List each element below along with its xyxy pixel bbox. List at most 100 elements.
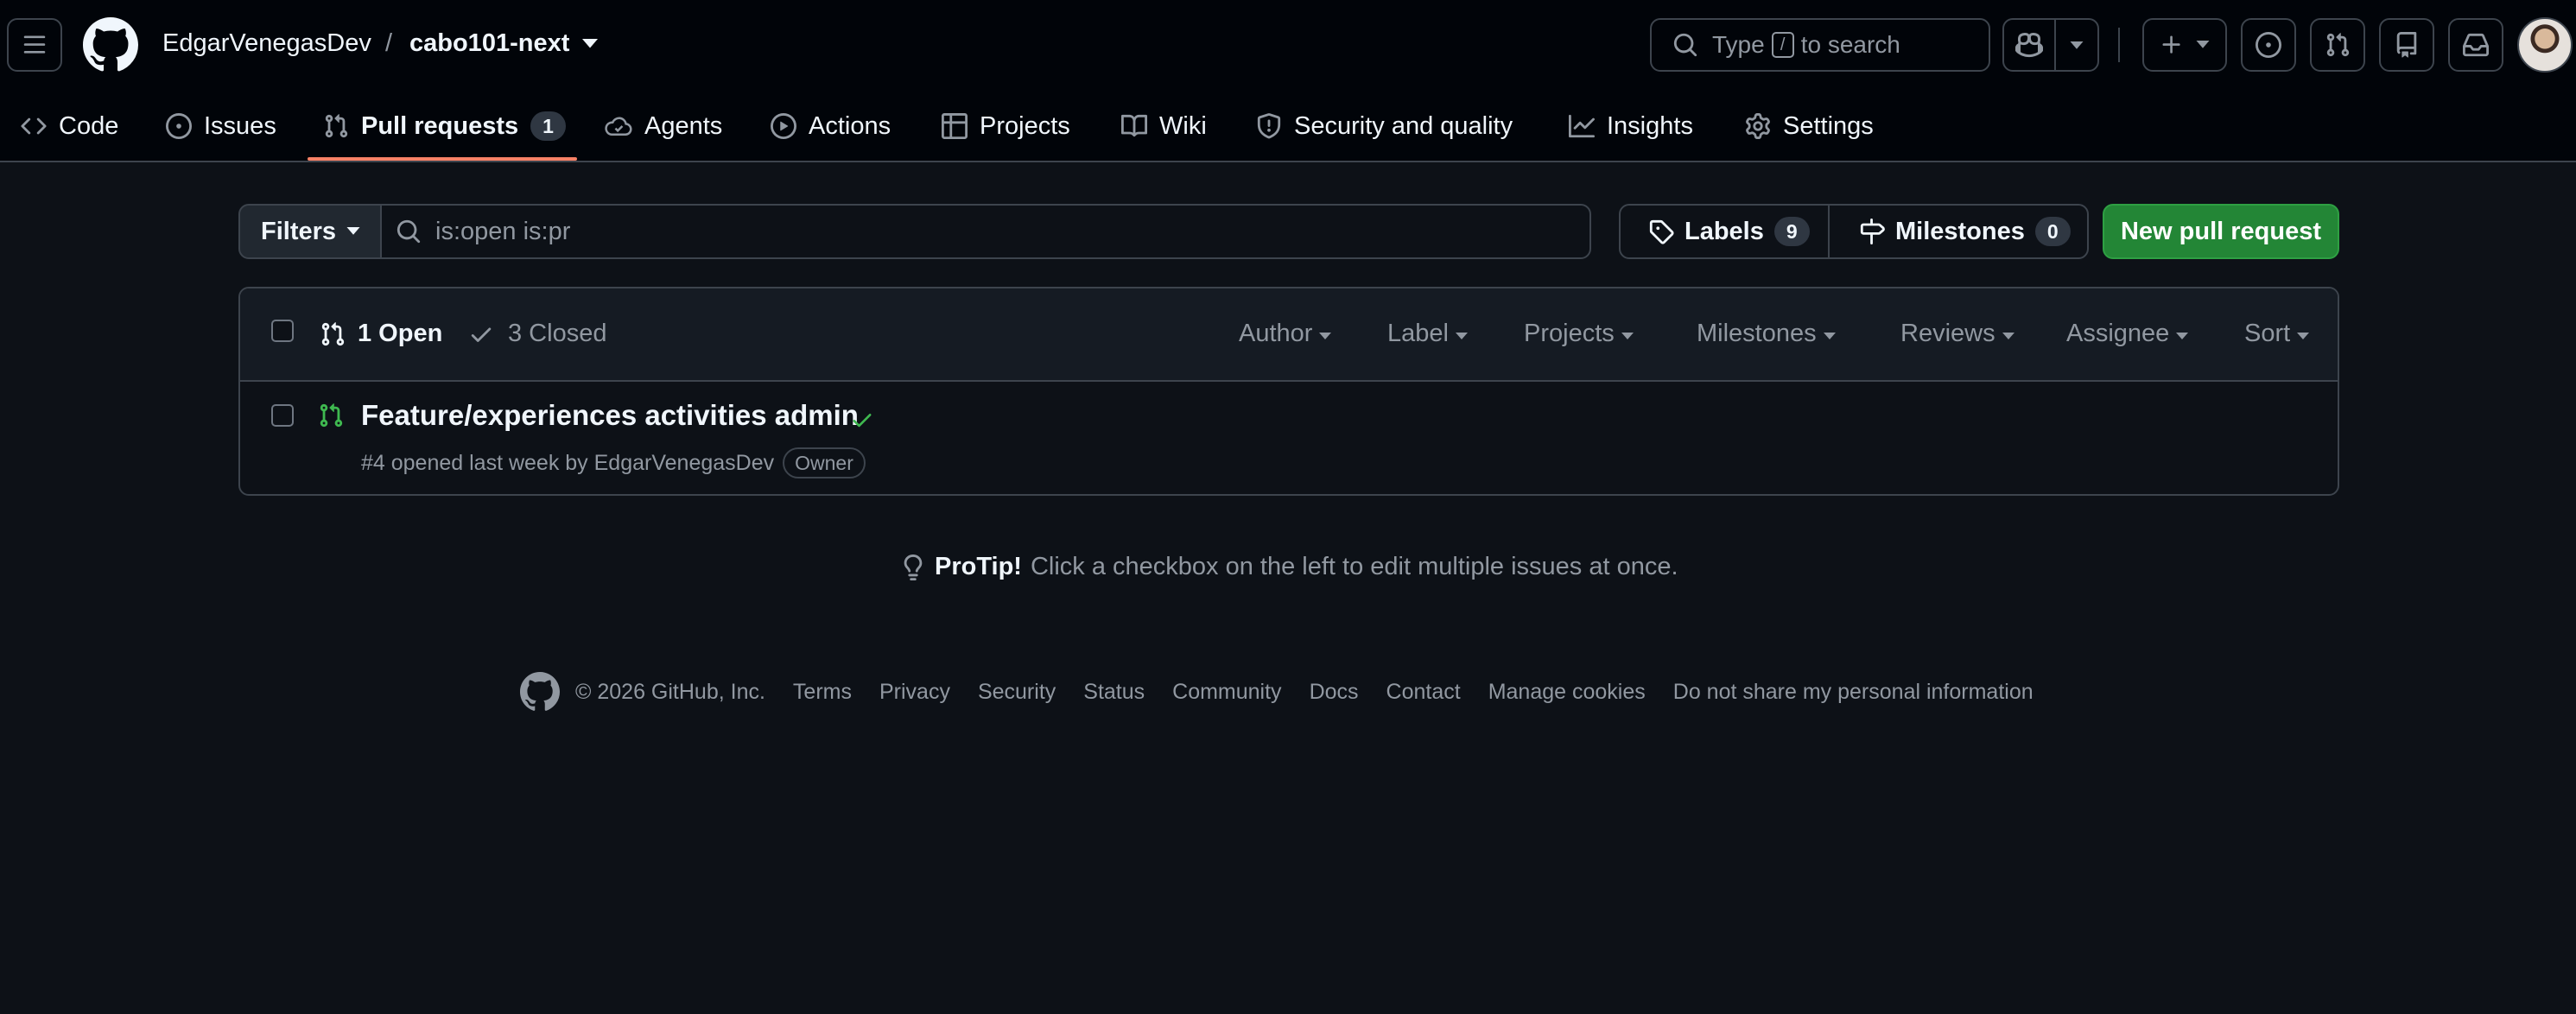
filter-label: Author: [1239, 320, 1313, 347]
chevron-down-icon: [346, 227, 360, 235]
footer-link-privacy[interactable]: Privacy: [879, 680, 950, 705]
tab-label: Projects: [980, 111, 1070, 140]
filter-label: Projects: [1524, 320, 1615, 347]
projects-filter-dropdown[interactable]: Projects: [1524, 320, 1634, 348]
tab-wiki[interactable]: Wiki: [1121, 90, 1207, 162]
labels-counter: 9: [1773, 217, 1810, 246]
copilot-split-divider: [2054, 20, 2056, 70]
sort-dropdown[interactable]: Sort: [2244, 320, 2310, 348]
breadcrumb-repo[interactable]: cabo101-next: [409, 29, 569, 58]
author-filter-dropdown[interactable]: Author: [1239, 320, 1332, 348]
milestones-filter-dropdown[interactable]: Milestones: [1697, 320, 1836, 348]
caret-down-icon: [1319, 332, 1332, 339]
footer-link-community[interactable]: Community: [1172, 680, 1281, 705]
repo-icon: [2396, 32, 2417, 58]
menu-button[interactable]: [7, 18, 62, 72]
git-pull-request-icon: [2326, 33, 2350, 57]
repositories-button[interactable]: [2379, 18, 2434, 72]
select-all-checkbox[interactable]: [271, 320, 294, 342]
check-icon: [471, 327, 492, 342]
your-pull-requests-button[interactable]: [2310, 18, 2365, 72]
open-count-label: 1 Open: [358, 320, 443, 347]
copyright: © 2026 GitHub, Inc.: [575, 679, 765, 704]
tab-label: Code: [59, 111, 119, 140]
pull-requests-counter: 1: [530, 111, 566, 141]
git-pull-request-open-icon: [320, 403, 343, 428]
tab-projects[interactable]: Projects: [942, 90, 1070, 162]
issue-opened-icon: [2256, 32, 2281, 58]
labels-button[interactable]: Labels 9: [1619, 204, 1830, 259]
filters-label: Filters: [261, 217, 337, 245]
filter-label: Milestones: [1697, 320, 1817, 347]
tab-code[interactable]: Code: [21, 90, 118, 162]
footer-link-manage-cookies[interactable]: Manage cookies: [1488, 680, 1646, 705]
filter-input[interactable]: [435, 217, 1558, 246]
caret-down-icon: [1621, 332, 1634, 339]
breadcrumb-owner[interactable]: EdgarVenegasDev: [162, 29, 371, 58]
site-footer: © 2026 GitHub, Inc. Terms Privacy Securi…: [520, 670, 2034, 713]
your-issues-button[interactable]: [2241, 18, 2296, 72]
book-icon: [1121, 114, 1147, 137]
caret-down-icon: [2297, 332, 2310, 339]
shield-icon: [1257, 113, 1281, 139]
tab-insights[interactable]: Insights: [1569, 90, 1693, 162]
filter-search-box[interactable]: [380, 204, 1591, 259]
graph-icon: [1569, 114, 1595, 138]
label-filter-dropdown[interactable]: Label: [1387, 320, 1468, 348]
filters-dropdown-button[interactable]: Filters: [238, 204, 382, 259]
tab-pull-requests[interactable]: Pull requests 1: [323, 90, 566, 162]
create-new-button[interactable]: [2142, 18, 2227, 72]
footer-link-do-not-share[interactable]: Do not share my personal information: [1673, 680, 2034, 705]
caret-down-icon: [2002, 332, 2014, 339]
protip-label: ProTip!: [935, 553, 1022, 580]
milestones-button[interactable]: Milestones 0: [1828, 204, 2089, 259]
notifications-button[interactable]: [2448, 18, 2503, 72]
footer-link-status[interactable]: Status: [1083, 680, 1145, 705]
github-logo-icon[interactable]: [83, 17, 138, 73]
global-search-button[interactable]: Type / to search: [1650, 18, 1990, 72]
check-status-icon[interactable]: [850, 408, 874, 432]
tab-label: Agents: [644, 111, 723, 140]
tab-agents[interactable]: Agents: [605, 90, 722, 162]
closed-filter-link[interactable]: 3 Closed: [468, 320, 606, 348]
filter-label: Assignee: [2066, 320, 2170, 347]
header-divider: [2118, 28, 2120, 62]
caret-down-icon: [2176, 332, 2189, 339]
footer-link-security[interactable]: Security: [978, 680, 1056, 705]
tab-issues[interactable]: Issues: [166, 90, 276, 162]
github-mark-icon[interactable]: [520, 672, 560, 712]
filter-label: Label: [1387, 320, 1449, 347]
row-checkbox[interactable]: [271, 404, 294, 427]
footer-link-docs[interactable]: Docs: [1310, 680, 1359, 705]
list-item: Feature/experiences activities admin #4 …: [240, 382, 2338, 494]
copilot-button[interactable]: [2002, 18, 2099, 72]
git-pull-request-icon: [325, 114, 348, 138]
pull-request-list: 1 Open 3 Closed Author Label Projects Mi…: [238, 287, 2339, 496]
pull-request-title-link[interactable]: Feature/experiences activities admin: [361, 399, 859, 432]
user-avatar[interactable]: [2517, 17, 2573, 73]
labels-label: Labels: [1685, 217, 1764, 245]
tab-settings[interactable]: Settings: [1745, 90, 1874, 162]
tab-label: Insights: [1607, 111, 1693, 140]
footer-link-contact[interactable]: Contact: [1386, 680, 1461, 705]
issue-opened-icon: [166, 113, 192, 139]
footer-link-terms[interactable]: Terms: [793, 680, 852, 705]
tab-security-and-quality[interactable]: Security and quality: [1256, 90, 1513, 162]
header-top-row: EdgarVenegasDev / cabo101-next Type / to…: [0, 0, 2576, 90]
search-suffix: to search: [1800, 31, 1900, 58]
assignee-filter-dropdown[interactable]: Assignee: [2066, 320, 2189, 348]
caret-down-icon: [1455, 332, 1468, 339]
open-filter-link[interactable]: 1 Open: [320, 320, 442, 348]
table-icon: [942, 113, 968, 139]
hamburger-icon: [23, 35, 46, 54]
new-pull-request-button[interactable]: New pull request: [2103, 204, 2339, 259]
reviews-filter-dropdown[interactable]: Reviews: [1900, 320, 2014, 348]
light-bulb-icon: [904, 554, 923, 580]
chevron-down-icon[interactable]: [2070, 41, 2084, 50]
tab-label: Pull requests: [361, 111, 519, 140]
search-prefix: Type: [1712, 31, 1765, 58]
tab-actions[interactable]: Actions: [771, 90, 891, 162]
code-icon: [21, 117, 47, 135]
repo-switcher-caret-icon[interactable]: [582, 38, 598, 50]
owner-badge: Owner: [783, 447, 866, 478]
